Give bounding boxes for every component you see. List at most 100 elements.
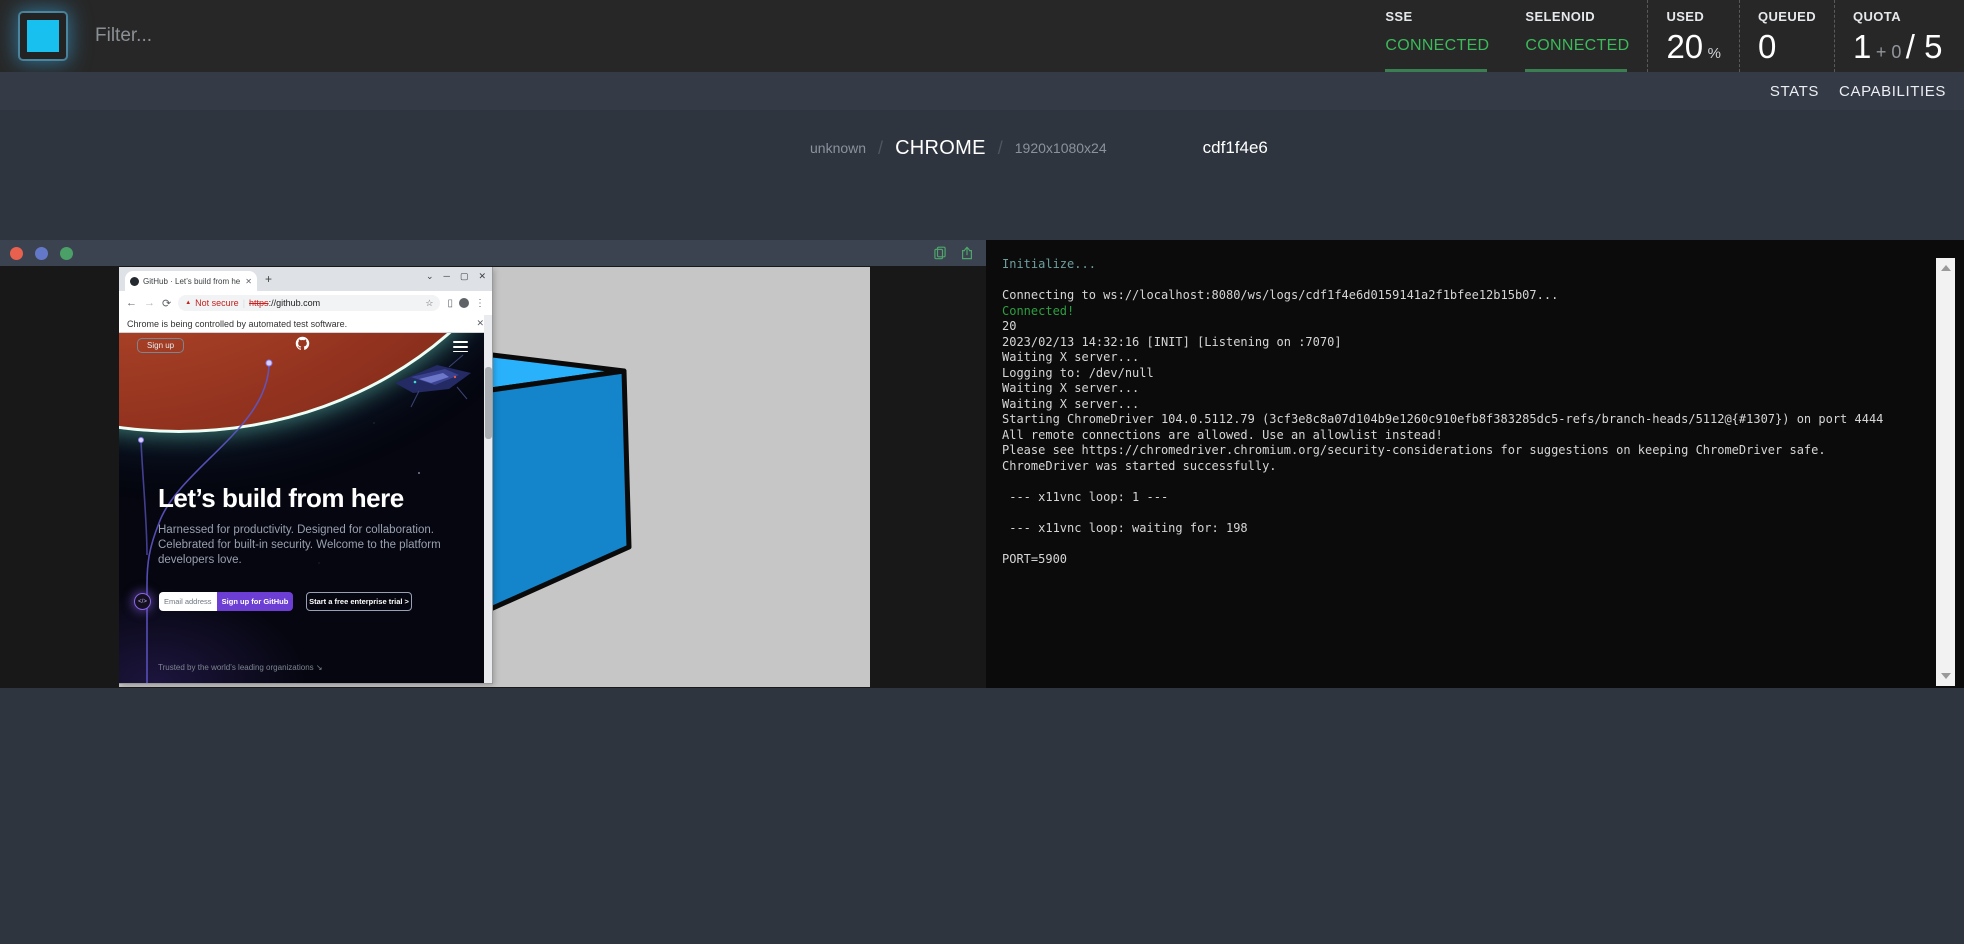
log-scrollbar[interactable]	[1936, 258, 1955, 686]
chrome-browser-window: GitHub · Let’s build from he… ✕ + ⌄ ─ ▢ …	[119, 267, 492, 683]
session-id[interactable]: cdf1f4e6	[1203, 138, 1268, 158]
log-line: Waiting X server...	[1002, 397, 1924, 413]
share-icon[interactable]	[960, 246, 974, 260]
hero-heading: Let’s build from here	[158, 483, 478, 514]
url-text: ://github.com	[269, 298, 321, 308]
copy-icon[interactable]	[933, 246, 947, 260]
session-browser: CHROME	[895, 137, 986, 160]
log-line: --- x11vnc loop: waiting for: 198	[1002, 521, 1924, 537]
log-line	[1002, 273, 1924, 289]
infobar-close-icon[interactable]: ✕	[476, 318, 484, 329]
vnc-actions	[933, 246, 986, 260]
new-tab-button[interactable]: +	[265, 272, 272, 286]
log-line: --- x11vnc loop: 1 ---	[1002, 490, 1924, 506]
warning-icon: ▲	[185, 300, 191, 306]
view-tabs-bar: STATS CAPABILITIES	[0, 72, 1964, 110]
code-icon: </>	[134, 593, 151, 610]
top-bar: SSE CONNECTED SELENOID CONNECTED USED 20…	[0, 0, 1964, 72]
stat-selenoid-value: CONNECTED	[1525, 37, 1629, 55]
session-row[interactable]: unknown / CHROME / 1920x1080x24 cdf1f4e6	[0, 128, 1964, 168]
log-line: PORT=5900	[1002, 552, 1924, 568]
close-icon[interactable]: ✕	[478, 271, 486, 282]
stat-quota-current: 1	[1853, 28, 1871, 65]
stat-used-value: 20	[1666, 28, 1703, 65]
stat-quota-label: QUOTA	[1853, 9, 1946, 24]
maximize-icon[interactable]: ▢	[460, 271, 469, 282]
browser-tab-strip: GitHub · Let’s build from he… ✕ + ⌄ ─ ▢ …	[119, 267, 492, 291]
stat-used-unit: %	[1708, 45, 1721, 62]
browser-tab[interactable]: GitHub · Let’s build from he… ✕	[125, 271, 257, 291]
signup-github-button[interactable]: Sign up for GitHub	[217, 592, 293, 611]
menu-dots-icon[interactable]: ⋮	[475, 298, 485, 309]
tab-capabilities[interactable]: CAPABILITIES	[1839, 83, 1946, 100]
browser-tab-title: GitHub · Let’s build from he…	[143, 277, 241, 286]
stat-quota: QUOTA 1 + 0 / 5	[1834, 0, 1964, 72]
stats-strip: SSE CONNECTED SELENOID CONNECTED USED 20…	[1367, 0, 1964, 72]
tab-search-chevron-icon[interactable]: ⌄	[426, 271, 434, 282]
bookmark-star-icon[interactable]: ☆	[425, 298, 433, 309]
vnc-panel: GitHub · Let’s build from he… ✕ + ⌄ ─ ▢ …	[0, 240, 986, 688]
traffic-blue-icon	[35, 247, 48, 260]
log-line	[1002, 536, 1924, 552]
filter-input[interactable]	[95, 18, 515, 54]
stat-sse-label: SSE	[1385, 9, 1489, 24]
stat-sse-value: CONNECTED	[1385, 37, 1489, 55]
log-line: Please see https://chromedriver.chromium…	[1002, 443, 1924, 459]
log-line	[1002, 474, 1924, 490]
stat-selenoid-label: SELENOID	[1525, 9, 1629, 24]
not-secure-label: Not secure	[195, 298, 239, 308]
profile-avatar-icon[interactable]	[459, 298, 469, 308]
github-favicon-icon	[130, 277, 139, 286]
separator: /	[878, 138, 883, 159]
tab-close-icon[interactable]: ✕	[245, 277, 252, 286]
scroll-down-icon[interactable]	[1941, 673, 1951, 679]
window-controls: ⌄ ─ ▢ ✕	[426, 271, 486, 282]
browser-scrollbar[interactable]	[484, 315, 492, 683]
tab-stats[interactable]: STATS	[1770, 83, 1819, 100]
session-log-panel: Initialize... Connecting to ws://localho…	[986, 240, 1964, 688]
back-icon[interactable]: ←	[126, 297, 137, 309]
traffic-green-icon	[60, 247, 73, 260]
stat-used-label: USED	[1666, 9, 1721, 24]
log-line: Connecting to ws://localhost:8080/ws/log…	[1002, 288, 1924, 304]
scroll-up-icon[interactable]	[1941, 265, 1951, 271]
session-owner: unknown	[810, 140, 866, 156]
minimize-icon[interactable]: ─	[444, 271, 450, 282]
browser-scrollbar-thumb[interactable]	[485, 367, 492, 439]
side-panel-icon[interactable]: ▯	[447, 298, 453, 309]
log-line: Waiting X server...	[1002, 350, 1924, 366]
log-line: Connected!	[1002, 304, 1924, 320]
log-line: ChromeDriver was started successfully.	[1002, 459, 1924, 475]
log-line: All remote connections are allowed. Use …	[1002, 428, 1924, 444]
log-line	[1002, 505, 1924, 521]
reload-icon[interactable]: ⟳	[162, 297, 171, 310]
url-scheme: https	[249, 298, 269, 308]
stat-used: USED 20 %	[1647, 0, 1739, 72]
divider: |	[243, 298, 245, 308]
separator: /	[998, 138, 1003, 159]
email-input[interactable]	[159, 592, 217, 611]
address-bar[interactable]: ▲ Not secure | https://github.com ☆	[178, 295, 440, 311]
app-logo-icon[interactable]	[20, 13, 66, 59]
vnc-framebuffer[interactable]: GitHub · Let’s build from he… ✕ + ⌄ ─ ▢ …	[119, 267, 870, 687]
hero-subheading: Harnessed for productivity. Designed for…	[158, 523, 450, 568]
stat-queued: QUEUED 0	[1739, 0, 1834, 72]
selenoid-ui-app: SSE CONNECTED SELENOID CONNECTED USED 20…	[0, 0, 1964, 944]
vnc-header	[0, 240, 986, 266]
forward-icon: →	[144, 297, 155, 309]
signup-top-button[interactable]: Sign up	[137, 338, 184, 353]
log-line: Initialize...	[1002, 257, 1924, 273]
hamburger-menu-icon[interactable]	[453, 341, 468, 355]
log-line: Logging to: /dev/null	[1002, 366, 1924, 382]
trusted-by-text: Trusted by the world’s leading organizat…	[158, 663, 323, 672]
log-line: 20	[1002, 319, 1924, 335]
stat-quota-pending: + 0	[1876, 42, 1902, 62]
stat-sse: SSE CONNECTED	[1367, 0, 1507, 72]
browser-toolbar: ← → ⟳ ▲ Not secure | https://github.com …	[119, 291, 492, 315]
enterprise-trial-button[interactable]: Start a free enterprise trial >	[306, 592, 412, 611]
stat-quota-limit: / 5	[1906, 28, 1943, 65]
vnc-screen-area[interactable]: GitHub · Let’s build from he… ✕ + ⌄ ─ ▢ …	[0, 266, 986, 688]
window-dots	[0, 247, 73, 260]
stat-selenoid: SELENOID CONNECTED	[1507, 0, 1647, 72]
github-logo-icon[interactable]	[295, 336, 310, 351]
